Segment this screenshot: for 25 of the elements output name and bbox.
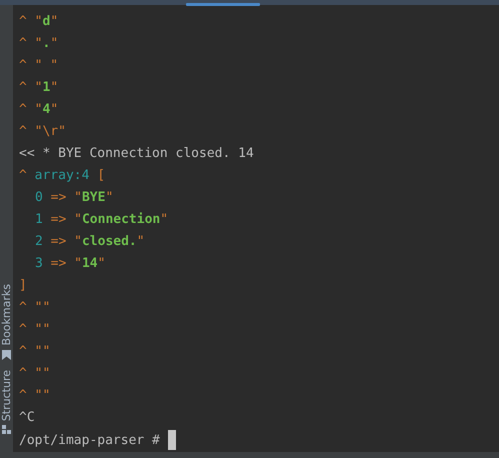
structure-icon [2,425,11,434]
terminal-line: << * BYE Connection closed. 14 [19,145,255,163]
text-cursor [168,430,176,450]
terminal-line: ^ array:4 [ [19,167,106,185]
terminal-line: ^ "1" [19,79,60,97]
bookmark-icon [2,350,11,360]
terminal-line: ^C [19,409,36,427]
terminal-line: 2 => "closed." [34,233,146,251]
terminal-line: ^ "4" [19,101,60,119]
terminal-line: ^ "" [19,387,52,405]
side-tab[interactable]: Structure [0,370,12,421]
shell-prompt: /opt/imap-parser # [19,432,160,448]
side-tab[interactable]: Bookmarks [0,284,12,346]
terminal-line: 0 => "BYE" [34,189,114,207]
terminal-line: ^ "" [19,343,52,361]
terminal-line: ^ "\r" [19,123,67,141]
terminal-line: ] [19,277,28,295]
terminal-line: 1 => "Connection" [34,211,170,229]
terminal-line: ^ "" [19,365,52,383]
terminal-line: ^ "" [19,299,52,317]
terminal-line: ^ "" [19,321,52,339]
terminal-line: ^ " " [19,57,60,75]
terminal-line: ^ "d" [19,13,60,31]
terminal-line: 3 => "14" [34,255,106,273]
terminal-line: ^ "." [19,35,60,53]
